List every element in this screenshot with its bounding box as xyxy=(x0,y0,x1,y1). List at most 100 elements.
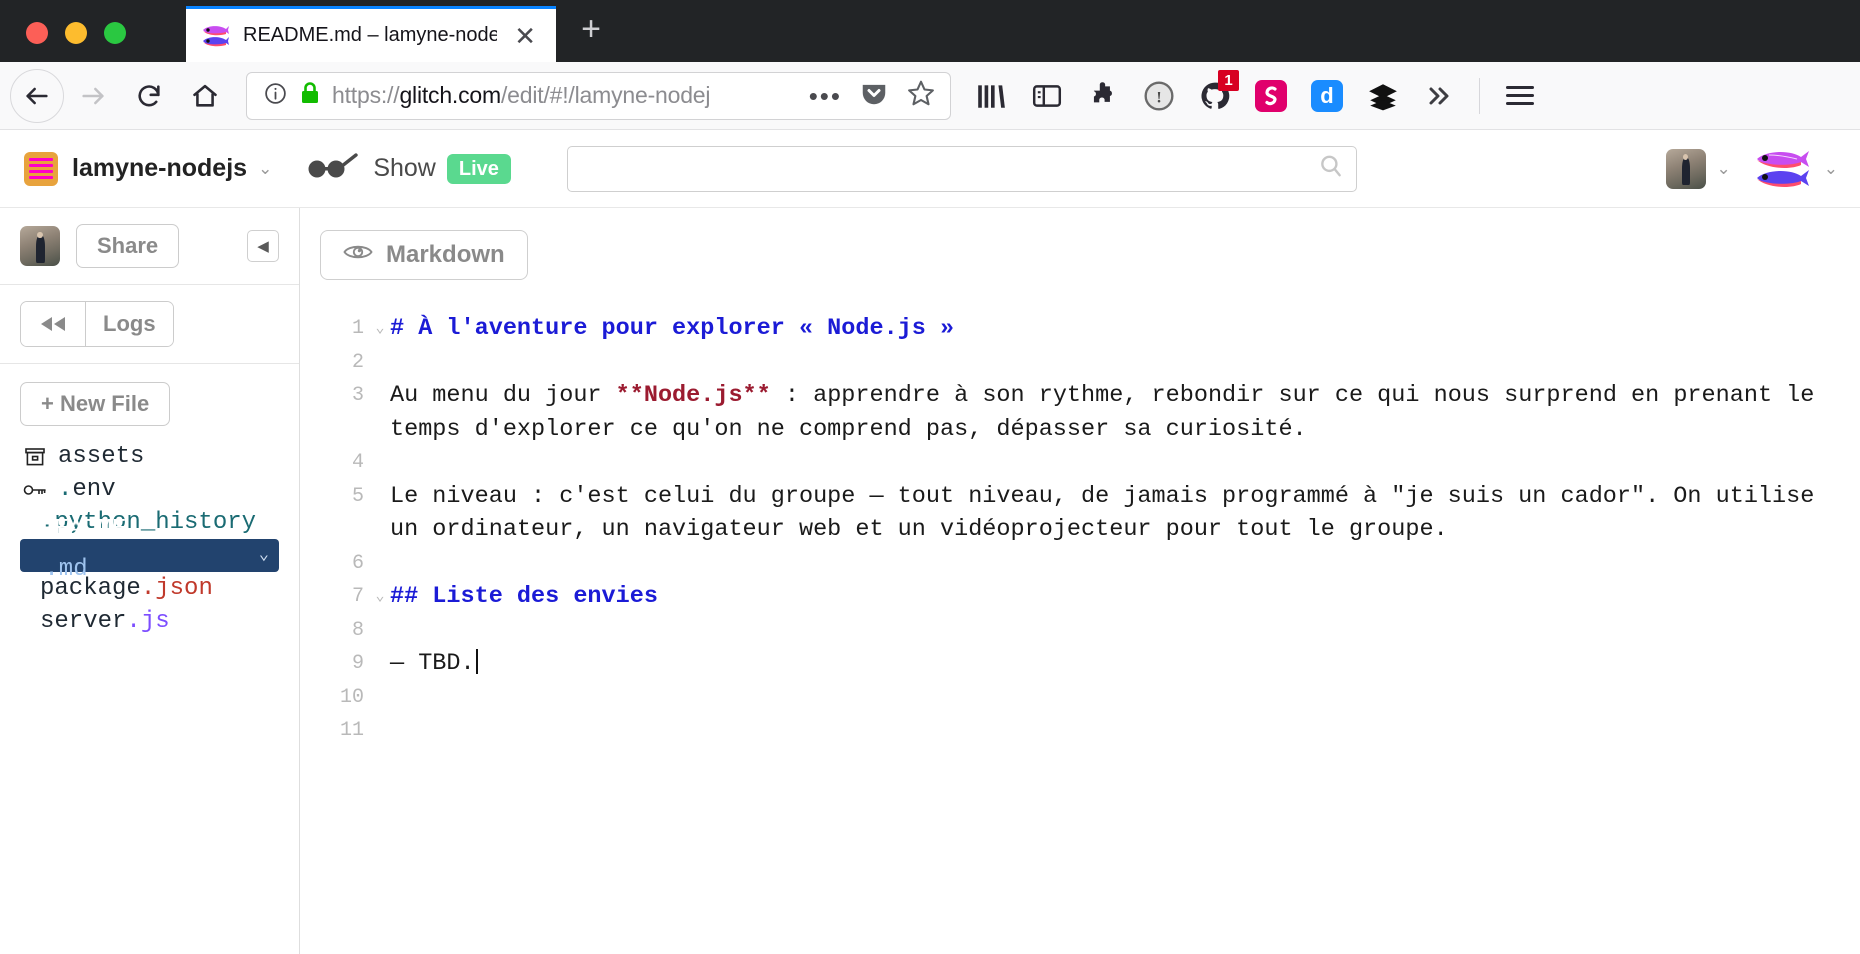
glitch-fish-favicon xyxy=(202,25,230,47)
url-path: /edit/#!/lamyne-nodej xyxy=(500,82,711,108)
reload-button[interactable] xyxy=(122,69,176,123)
code-line[interactable]: 6 xyxy=(300,547,1860,581)
collapse-sidebar-button[interactable]: ◀ xyxy=(247,230,279,263)
code-text[interactable] xyxy=(390,714,1860,748)
pink-extension-icon[interactable] xyxy=(1245,70,1297,122)
home-button[interactable] xyxy=(178,69,232,123)
line-number: 6 xyxy=(351,551,364,575)
logs-rewind-icon[interactable] xyxy=(21,302,85,347)
sidebar-icon[interactable] xyxy=(1021,70,1073,122)
file-options-chevron-icon[interactable]: ⌄ xyxy=(259,542,269,569)
new-file-button[interactable]: + New File xyxy=(20,382,171,427)
code-line[interactable]: 7 ⌄ ## Liste des envies xyxy=(300,580,1860,614)
svg-text:!: ! xyxy=(1156,89,1161,106)
code-line[interactable]: 5 Le niveau : c'est celui du groupe — tou… xyxy=(300,480,1860,547)
file-item-readme[interactable]: README .md ⌄ xyxy=(20,516,279,583)
show-label: Show xyxy=(373,154,436,182)
url-text[interactable]: https://glitch.com/edit/#!/lamyne-nodej xyxy=(332,82,798,109)
bookmark-star-icon[interactable] xyxy=(906,78,936,113)
new-tab-button[interactable]: + xyxy=(572,12,610,50)
browser-tab[interactable]: README.md – lamyne-nodejs ✕ xyxy=(186,6,556,62)
close-window-button[interactable] xyxy=(26,22,48,44)
code-editor[interactable]: 1 ⌄ # À l'aventure pour explorer « Node.js… xyxy=(300,280,1860,954)
file-name: server.js xyxy=(40,608,170,635)
markdown-preview-button[interactable]: Markdown xyxy=(320,230,528,280)
search-box[interactable] xyxy=(566,145,1357,192)
glitch-chevron-down-icon[interactable]: ⌄ xyxy=(1824,159,1838,179)
github-icon[interactable]: 1 xyxy=(1189,69,1241,122)
app-menu-icon[interactable] xyxy=(1494,70,1546,122)
code-line[interactable]: 4 xyxy=(300,446,1860,480)
search-input[interactable] xyxy=(579,157,1318,180)
layers-extension-icon[interactable] xyxy=(1357,70,1409,122)
puzzle-addon-icon[interactable] xyxy=(1077,70,1129,122)
share-button[interactable]: Share xyxy=(76,224,180,269)
logs-label[interactable]: Logs xyxy=(85,302,173,347)
site-info-icon[interactable] xyxy=(263,81,288,111)
file-basename: README xyxy=(40,516,127,544)
user-avatar[interactable] xyxy=(1665,148,1706,189)
blue-d-extension-icon[interactable]: d xyxy=(1301,70,1353,122)
logs-section: Logs xyxy=(0,285,299,365)
code-text[interactable]: Le niveau : c'est celui du groupe — tout… xyxy=(390,480,1860,547)
address-bar[interactable]: https://glitch.com/edit/#!/lamyne-nodej … xyxy=(246,71,951,120)
file-name: ..envenv xyxy=(58,476,116,504)
browser-titlebar: README.md – lamyne-nodejs ✕ + xyxy=(0,0,1860,62)
code-text[interactable] xyxy=(390,547,1860,581)
browser-window: README.md – lamyne-nodejs ✕ + https://gl… xyxy=(0,0,1860,954)
plain-text: Le niveau : c'est celui du groupe — tout… xyxy=(390,482,1829,544)
line-number: 4 xyxy=(351,451,364,474)
url-host: glitch.com xyxy=(399,82,501,108)
back-button[interactable] xyxy=(10,68,64,123)
show-live-button[interactable]: Show Live xyxy=(306,153,511,184)
maximize-window-button[interactable] xyxy=(104,22,126,44)
code-line[interactable]: 1 ⌄ # À l'aventure pour explorer « Node.js… xyxy=(300,312,1860,346)
file-item-assets[interactable]: assets xyxy=(20,440,279,473)
code-text[interactable] xyxy=(390,346,1860,380)
code-line[interactable]: 11 xyxy=(300,714,1860,748)
code-line[interactable]: 10 xyxy=(300,681,1860,715)
library-icon[interactable] xyxy=(965,70,1017,122)
search-icon[interactable] xyxy=(1318,153,1344,184)
pocket-icon[interactable] xyxy=(859,78,889,113)
code-text[interactable]: Au menu du jour **Node.js** : apprendre … xyxy=(390,379,1860,446)
forward-button[interactable] xyxy=(66,69,120,123)
code-line[interactable]: 2 xyxy=(300,346,1860,380)
code-text[interactable]: ## Liste des envies xyxy=(390,580,1860,614)
code-text[interactable] xyxy=(390,614,1860,648)
minimize-window-button[interactable] xyxy=(65,22,87,44)
project-name[interactable]: lamyne-nodejs xyxy=(72,154,247,183)
line-number: 8 xyxy=(351,618,364,642)
code-text[interactable]: # À l'aventure pour explorer « Node.js » xyxy=(390,312,1860,346)
plain-text: Au menu du jour xyxy=(390,382,616,409)
fold-toggle-icon[interactable]: ⌄ xyxy=(370,312,390,346)
project-chevron-down-icon[interactable]: ⌄ xyxy=(258,159,272,179)
code-line[interactable]: 8 xyxy=(300,614,1860,648)
info-badge-icon[interactable]: ! xyxy=(1133,70,1185,122)
glitch-fish-logo[interactable] xyxy=(1755,149,1813,189)
file-extension: .json xyxy=(140,575,213,603)
code-line[interactable]: 3 Au menu du jour **Node.js** : apprendre… xyxy=(300,379,1860,446)
code-text[interactable] xyxy=(390,446,1860,480)
close-tab-button[interactable]: ✕ xyxy=(510,23,540,49)
glitch-header: lamyne-nodejs ⌄ Show Live ⌄ ⌄ xyxy=(0,130,1860,208)
overflow-chevrons-icon[interactable] xyxy=(1413,70,1465,122)
code-text[interactable]: — TBD. xyxy=(390,647,1860,681)
user-chevron-down-icon[interactable]: ⌄ xyxy=(1717,159,1731,179)
sidebar: Share ◀ Logs + New File assets .env .pyt… xyxy=(0,208,300,954)
page-actions-icon[interactable]: ••• xyxy=(809,83,842,109)
code-line[interactable]: 9 — TBD. xyxy=(300,647,1860,681)
markdown-strong: **Node.js** xyxy=(615,382,771,409)
live-badge: Live xyxy=(446,153,511,184)
fold-toggle-icon[interactable]: ⌄ xyxy=(370,580,390,614)
app-body: Share ◀ Logs + New File assets .env .pyt… xyxy=(0,208,1860,954)
file-item-env[interactable]: ..envenv xyxy=(20,473,279,506)
padlock-icon xyxy=(299,81,321,110)
glasses-icon xyxy=(306,153,362,184)
file-item-server-js[interactable]: server.js xyxy=(20,605,279,638)
line-number: 2 xyxy=(351,350,364,374)
line-number: 10 xyxy=(339,685,364,709)
logs-button-group[interactable]: Logs xyxy=(20,301,174,348)
code-text[interactable] xyxy=(390,681,1860,715)
markdown-button-label: Markdown xyxy=(386,241,505,268)
